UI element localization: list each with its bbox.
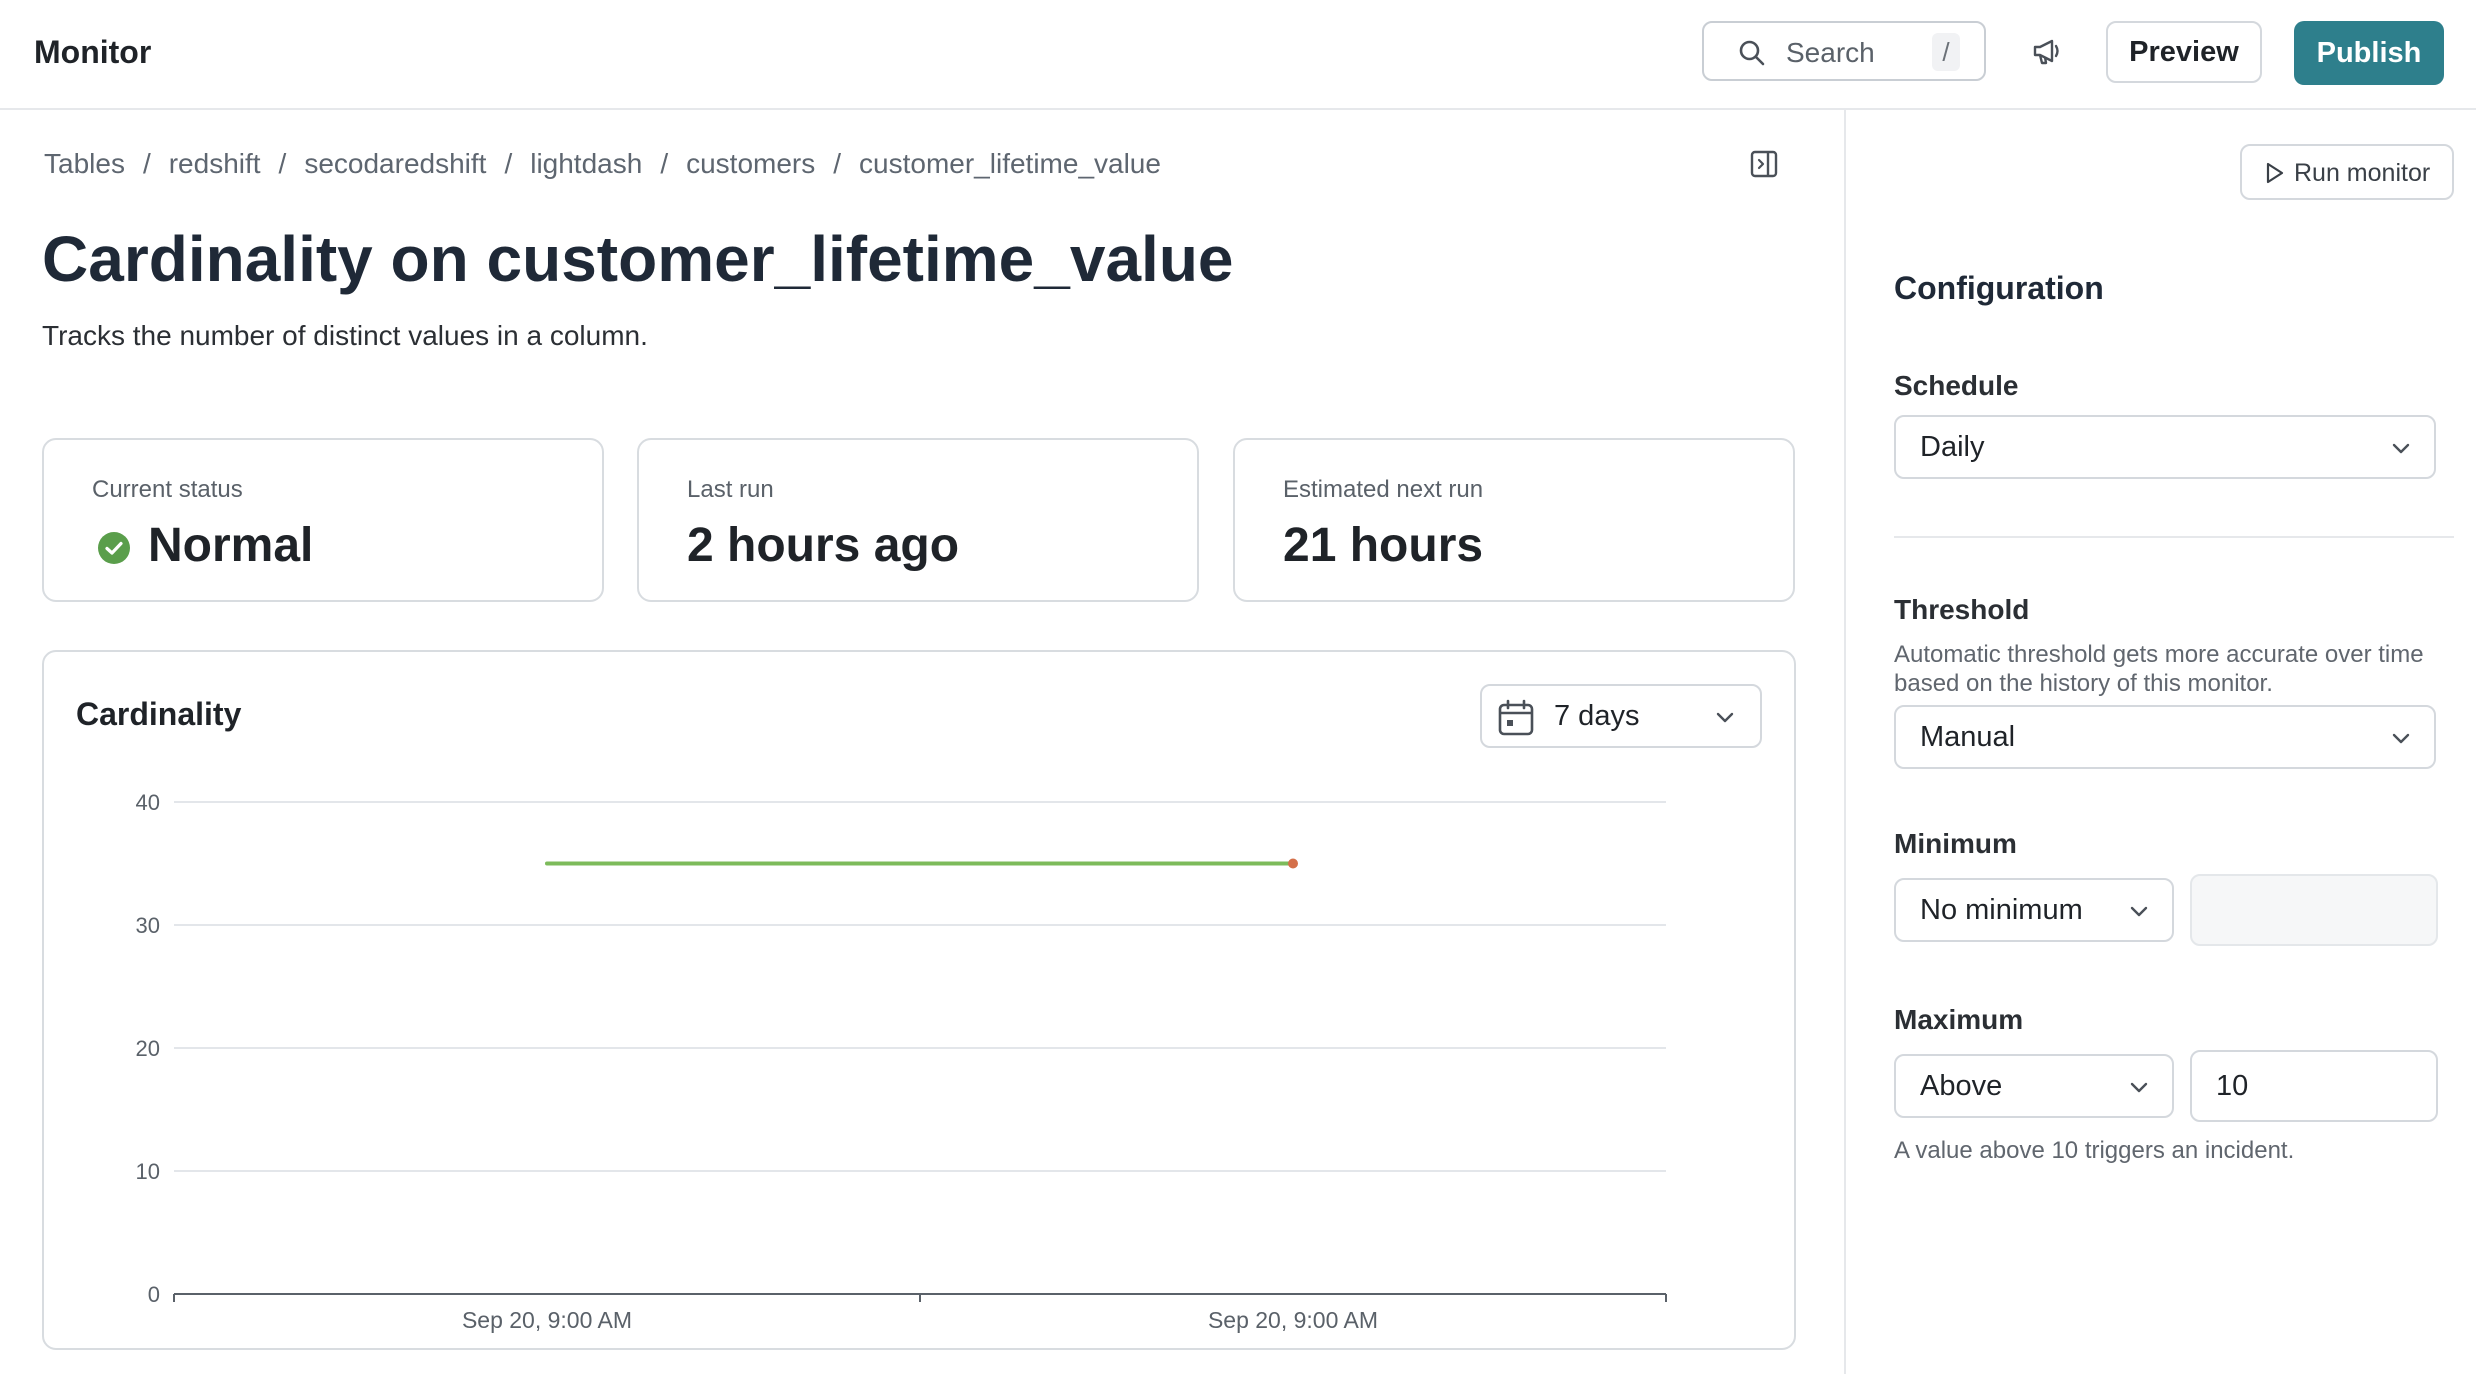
maximum-help-text: A value above 10 triggers an incident. (1894, 1137, 2295, 1164)
search-placeholder: Search (1786, 37, 1875, 68)
schedule-value: Daily (1920, 431, 1985, 463)
x-tick-label: Sep 20, 9:00 AM (1208, 1307, 1378, 1333)
threshold-select[interactable]: Manual (1894, 705, 2436, 769)
chevron-down-icon (2130, 906, 2148, 917)
threshold-help-text: Automatic threshold gets more accurate o… (1894, 641, 2424, 697)
breadcrumb-separator: / (142, 148, 151, 179)
chevron-down-icon (2130, 1082, 2148, 1093)
cardinality-chart: 0 10 20 30 40 Sep 20, 9:00 AM Sep 20, 9:00 AM (136, 790, 1667, 1333)
last-run-value: 2 hours ago (687, 519, 960, 572)
breadcrumb-item-tables[interactable]: Tables (44, 148, 125, 179)
schedule-label: Schedule (1894, 370, 2019, 401)
chevron-down-icon (2392, 443, 2410, 454)
maximum-mode-select[interactable]: Above (1894, 1054, 2174, 1118)
top-bar: Monitor Search / Preview Publish (0, 0, 2476, 110)
next-run-value: 21 hours (1283, 519, 1484, 572)
search-icon (1739, 40, 1765, 66)
divider (1894, 536, 2454, 538)
y-tick-label: 30 (136, 913, 160, 938)
run-monitor-label: Run monitor (2294, 159, 2431, 187)
minimum-mode-select[interactable]: No minimum (1894, 878, 2174, 942)
chart-card: 0 10 20 30 40 Sep 20, 9:00 AM Sep 20, 9:00 AM … (42, 650, 1796, 1350)
toggle-sidebar-icon[interactable] (1750, 150, 1778, 183)
maximum-value-input[interactable]: 10 (2190, 1050, 2438, 1122)
threshold-label: Threshold (1894, 594, 2030, 625)
breadcrumb-item-customers[interactable]: customers (686, 148, 815, 179)
breadcrumb-separator: / (278, 148, 287, 179)
date-range-select[interactable]: 7 days (1480, 684, 1762, 748)
search-box[interactable]: Search / (1702, 21, 1986, 81)
minimum-value-input[interactable] (2190, 874, 2438, 946)
main-content: Tables / redshift / secodaredshift / lightdash… (0, 110, 1844, 1374)
page-description: Tracks the number of distinct values in … (42, 320, 648, 351)
schedule-select[interactable]: Daily (1894, 415, 2436, 479)
y-tick-label: 10 (136, 1159, 160, 1184)
minimum-label: Minimum (1894, 828, 2017, 859)
date-range-value: 7 days (1554, 700, 1640, 732)
last-run-label: Last run (687, 476, 774, 503)
maximum-label: Maximum (1894, 1004, 2024, 1035)
y-tick-label: 20 (136, 1036, 160, 1061)
minimum-mode-value: No minimum (1920, 894, 2083, 926)
chart-title: Cardinality (76, 696, 242, 732)
app-title: Monitor (34, 34, 152, 70)
last-run-card: Last run 2 hours ago (637, 438, 1199, 602)
breadcrumb-item-lightdash[interactable]: lightdash (530, 148, 642, 179)
data-point (1288, 858, 1298, 869)
breadcrumb-item-column[interactable]: customer_lifetime_value (859, 148, 1161, 179)
y-tick-label: 40 (136, 790, 160, 815)
next-run-label: Estimated next run (1283, 476, 1484, 503)
publish-button[interactable]: Publish (2294, 21, 2444, 85)
current-status-value: Normal (148, 519, 314, 572)
config-sidebar: Run monitor Configuration Schedule Daily… (1844, 110, 2476, 1374)
current-status-label: Current status (92, 476, 243, 503)
configuration-title: Configuration (1894, 270, 2104, 306)
maximum-value: 10 (2216, 1070, 2249, 1102)
breadcrumb-separator: / (660, 148, 669, 179)
chevron-down-icon (2392, 733, 2410, 744)
breadcrumb-item-secodaredshift[interactable]: secodaredshift (304, 148, 486, 179)
search-shortcut-key: / (1932, 33, 1960, 71)
threshold-value: Manual (1920, 721, 2016, 753)
breadcrumb-item-redshift[interactable]: redshift (169, 148, 261, 179)
calendar-icon (1498, 699, 1534, 736)
breadcrumb-separator: / (504, 148, 513, 179)
chevron-down-icon (1716, 712, 1734, 723)
maximum-mode-value: Above (1920, 1070, 2003, 1102)
breadcrumb: Tables / redshift / secodaredshift / lightdash… (44, 148, 1161, 180)
next-run-card: Estimated next run 21 hours (1233, 438, 1795, 602)
page-title: Cardinality on customer_lifetime_value (42, 223, 1234, 295)
breadcrumb-separator: / (833, 148, 842, 179)
current-status-card: Current status Normal (42, 438, 604, 602)
y-tick-label: 0 (148, 1282, 160, 1307)
preview-button[interactable]: Preview (2106, 21, 2262, 83)
play-icon (2266, 162, 2284, 184)
x-tick-label: Sep 20, 9:00 AM (462, 1307, 632, 1333)
run-monitor-button[interactable]: Run monitor (2240, 144, 2454, 200)
check-circle-icon (98, 532, 130, 564)
announcements-icon[interactable] (2030, 34, 2064, 73)
